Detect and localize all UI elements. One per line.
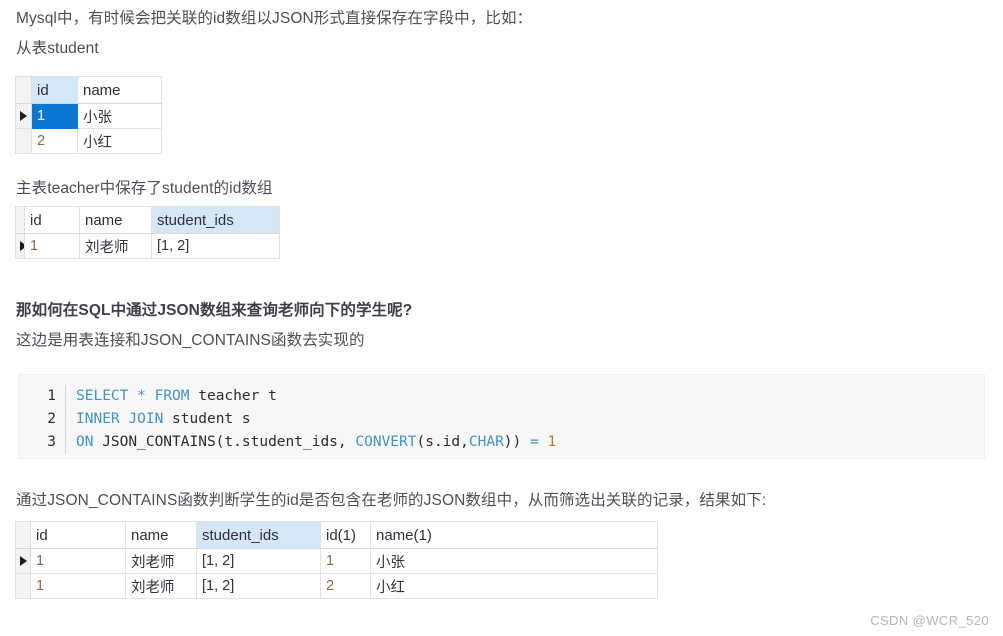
code-token: JOIN (128, 411, 164, 427)
cell-name[interactable]: 刘老师 (125, 573, 197, 599)
code-token: INNER (76, 411, 120, 427)
code-token: JSON_CONTAINS(t.student_ids, (93, 434, 356, 450)
cell-student-ids[interactable]: [1, 2] (151, 233, 280, 259)
row-selector-cell[interactable] (15, 548, 31, 574)
code-line: 3 ON JSON_CONTAINS(t.student_ids, CONVERT… (19, 431, 984, 454)
cell-name[interactable]: 小红 (77, 128, 162, 154)
code-token: student s (163, 411, 251, 427)
row-selector-header (15, 76, 32, 104)
cell-id[interactable]: 2 (31, 128, 78, 154)
column-header-id-1[interactable]: id(1) (320, 521, 371, 549)
code-token: ON (76, 434, 94, 450)
cell-id-1[interactable]: 2 (320, 573, 371, 599)
code-line-number: 3 (47, 434, 56, 450)
code-token: CONVERT (355, 434, 417, 450)
cell-id[interactable]: 1 (24, 233, 80, 259)
code-line: 2 INNER JOIN student s (19, 408, 984, 431)
code-line-text[interactable]: INNER JOIN student s (65, 408, 984, 431)
table-row[interactable]: 1 刘老师 [1, 2] 1 小张 (15, 548, 658, 574)
cell-name[interactable]: 刘老师 (125, 548, 197, 574)
table-header-row: id name student_ids (15, 206, 280, 234)
cell-name[interactable]: 刘老师 (79, 233, 152, 259)
table-header-row: id name student_ids id(1) name(1) (15, 521, 658, 549)
question-heading: 那如何在SQL中通过JSON数组来查询老师向下的学生呢? (16, 302, 413, 319)
table-row[interactable]: 2 小红 (15, 128, 162, 154)
column-header-student-ids[interactable]: student_ids (196, 521, 321, 549)
code-token: )) (503, 434, 522, 450)
table-header-row: id name (15, 76, 162, 104)
row-selector-cell[interactable] (15, 128, 32, 154)
conclusion-paragraph: 通过JSON_CONTAINS函数判断学生的id是否包含在老师的JSON数组中，… (16, 492, 767, 509)
intro-paragraph-line1: Mysql中，有时候会把关联的id数组以JSON形式直接保存在字段中，比如： (16, 10, 533, 27)
row-selector-cell[interactable] (15, 573, 31, 599)
article-page: Mysql中，有时候会把关联的id数组以JSON形式直接保存在字段中，比如： 从… (0, 0, 1003, 636)
code-token: teacher t (189, 388, 277, 404)
csdn-watermark: CSDN @WCR_520 (870, 613, 989, 628)
code-token: SELECT (76, 388, 129, 404)
column-header-name[interactable]: name (125, 521, 197, 549)
row-selector-cell[interactable] (15, 103, 32, 129)
table-row[interactable]: 1 刘老师 [1, 2] (15, 233, 280, 259)
code-token: (s.id, (416, 434, 469, 450)
approach-paragraph: 这边是用表连接和JSON_CONTAINS函数去实现的 (16, 332, 365, 349)
column-header-name[interactable]: name (79, 206, 152, 234)
cell-student-ids[interactable]: [1, 2] (196, 548, 321, 574)
code-token: = (530, 434, 539, 450)
student-table: id name 1 小张 2 小红 (15, 76, 162, 154)
result-table: id name student_ids id(1) name(1) 1 刘老师 … (15, 521, 658, 599)
column-header-name-1[interactable]: name(1) (370, 521, 658, 549)
cell-student-ids[interactable]: [1, 2] (196, 573, 321, 599)
column-header-id[interactable]: id (24, 206, 80, 234)
code-token: * (137, 388, 146, 404)
cell-name-1[interactable]: 小张 (370, 548, 658, 574)
cell-id-1[interactable]: 1 (320, 548, 371, 574)
teacher-note-paragraph: 主表teacher中保存了student的id数组 (16, 180, 273, 197)
cell-id[interactable]: 1 (30, 573, 126, 599)
code-line-number: 2 (47, 411, 56, 427)
column-header-name[interactable]: name (77, 76, 162, 104)
code-line-text[interactable]: ON JSON_CONTAINS(t.student_ids, CONVERT(… (65, 431, 984, 454)
row-selector-cell[interactable] (15, 233, 25, 259)
cell-id[interactable]: 1 (31, 103, 78, 129)
intro-paragraph-line2: 从表student (16, 40, 99, 57)
table-row[interactable]: 1 小张 (15, 103, 162, 129)
sql-code-block[interactable]: 1 SELECT * FROM teacher t 2 INNER JOIN stud… (18, 374, 985, 459)
code-lines-container: 1 SELECT * FROM teacher t 2 INNER JOIN stud… (19, 385, 984, 454)
code-line: 1 SELECT * FROM teacher t (19, 385, 984, 408)
cell-id[interactable]: 1 (30, 548, 126, 574)
code-token: FROM (154, 388, 190, 404)
table-row[interactable]: 1 刘老师 [1, 2] 2 小红 (15, 573, 658, 599)
column-header-id[interactable]: id (30, 521, 126, 549)
column-header-student-ids[interactable]: student_ids (151, 206, 280, 234)
code-token: CHAR (468, 434, 504, 450)
column-header-id[interactable]: id (31, 76, 78, 104)
code-token: 1 (547, 434, 557, 450)
code-line-text[interactable]: SELECT * FROM teacher t (65, 385, 984, 408)
cell-name[interactable]: 小张 (77, 103, 162, 129)
cell-name-1[interactable]: 小红 (370, 573, 658, 599)
teacher-table: id name student_ids 1 刘老师 [1, 2] (15, 206, 280, 259)
code-line-number: 1 (47, 388, 56, 404)
row-selector-header (15, 206, 25, 234)
row-selector-header (15, 521, 31, 549)
